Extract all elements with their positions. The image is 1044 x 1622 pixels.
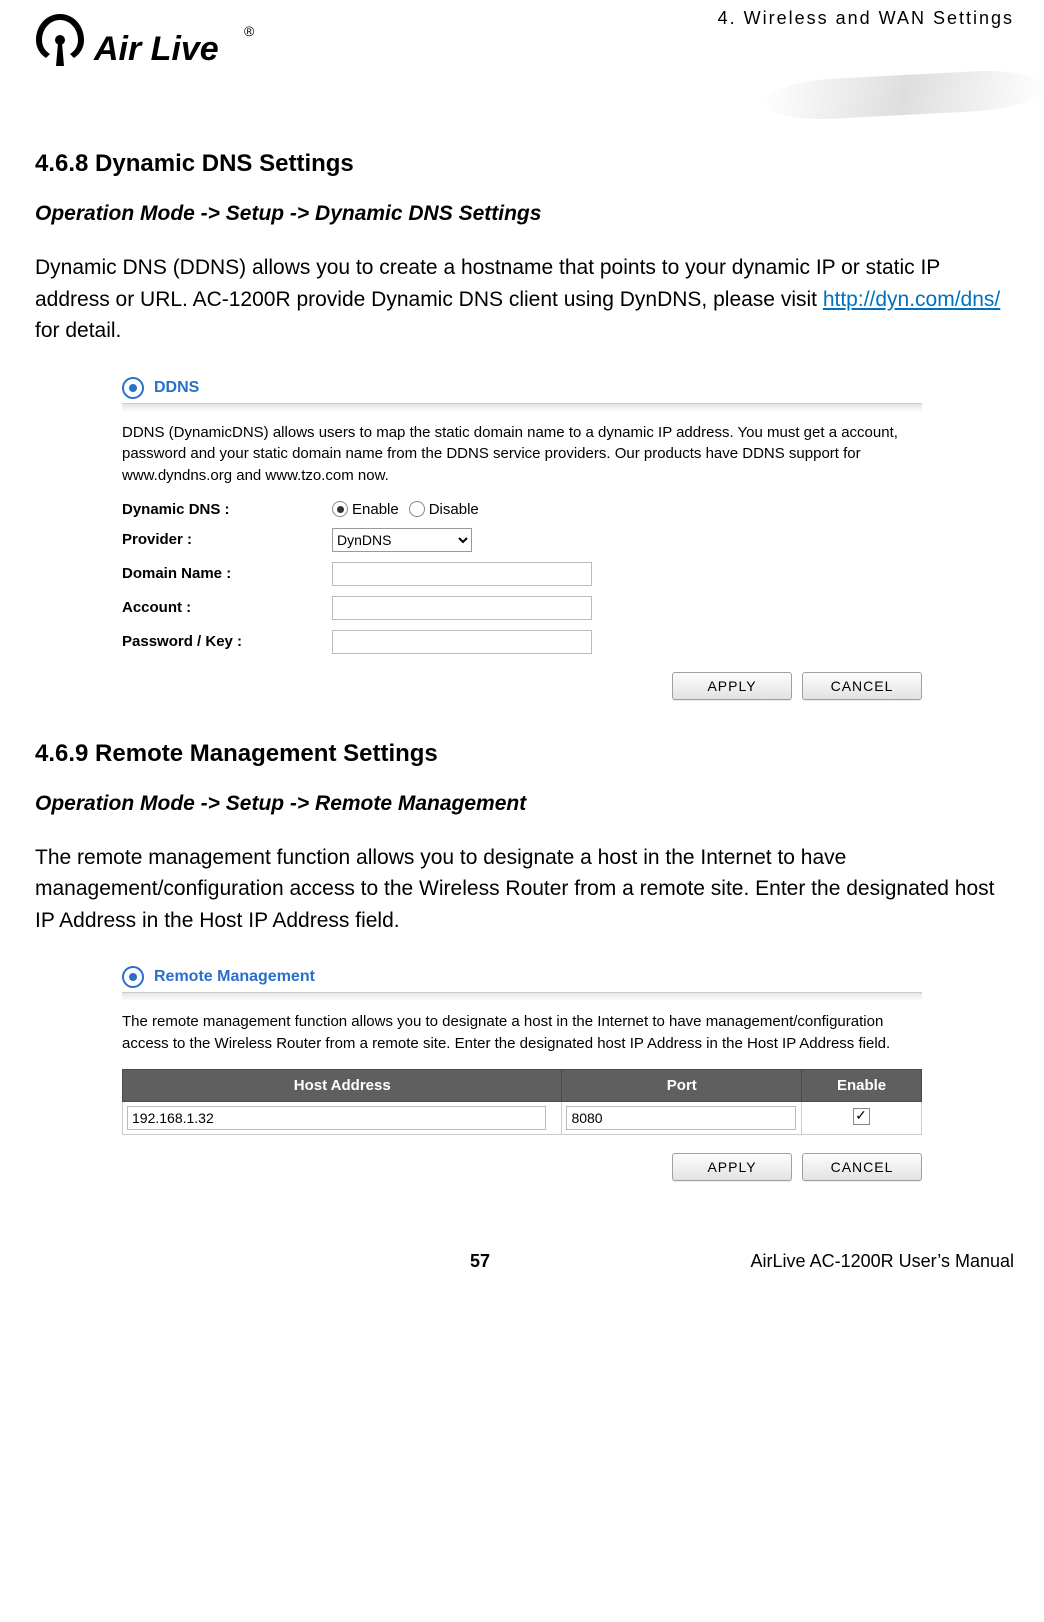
panel-title-remote: Remote Management xyxy=(154,968,315,986)
panel-divider xyxy=(122,403,922,412)
section-desc-remote: The remote management function allows yo… xyxy=(35,842,1009,937)
panel-divider xyxy=(122,992,922,1001)
enable-checkbox[interactable] xyxy=(853,1108,870,1125)
panel-title-ddns: DDNS xyxy=(154,379,199,397)
page-header: Air Live ® 4. Wireless and WAN Settings xyxy=(0,0,1044,110)
row-account: Account : xyxy=(122,596,922,620)
domain-input[interactable] xyxy=(332,562,592,586)
radio-disable[interactable]: Disable xyxy=(409,501,479,518)
bullet-icon xyxy=(122,377,144,399)
label-password: Password / Key : xyxy=(122,633,332,650)
bullet-icon xyxy=(122,966,144,988)
th-enable: Enable xyxy=(802,1069,922,1101)
host-input[interactable] xyxy=(127,1106,546,1130)
account-input[interactable] xyxy=(332,596,592,620)
th-port: Port xyxy=(562,1069,802,1101)
cancel-button[interactable]: CANCEL xyxy=(802,1153,922,1181)
dyndns-link[interactable]: http://dyn.com/dns/ xyxy=(823,288,1000,311)
radio-icon xyxy=(332,501,348,517)
brand-logo: Air Live ® xyxy=(28,10,258,85)
radio-disable-label: Disable xyxy=(429,501,479,518)
ddns-panel: DDNS DDNS (DynamicDNS) allows users to m… xyxy=(122,377,922,700)
chapter-title: 4. Wireless and WAN Settings xyxy=(718,8,1014,29)
apply-button[interactable]: APPLY xyxy=(672,672,792,700)
manual-title: AirLive AC-1200R User’s Manual xyxy=(751,1251,1014,1272)
breadcrumb-remote: Operation Mode -> Setup -> Remote Manage… xyxy=(35,792,1009,816)
radio-icon xyxy=(409,501,425,517)
th-host: Host Address xyxy=(123,1069,562,1101)
svg-text:®: ® xyxy=(244,23,255,39)
breadcrumb-ddns: Operation Mode -> Setup -> Dynamic DNS S… xyxy=(35,202,1009,226)
port-input[interactable] xyxy=(566,1106,795,1130)
desc-text-before: Dynamic DNS (DDNS) allows you to create … xyxy=(35,256,940,311)
label-domain: Domain Name : xyxy=(122,565,332,582)
ddns-help-text: DDNS (DynamicDNS) allows users to map th… xyxy=(122,422,922,487)
svg-text:Air Live: Air Live xyxy=(93,30,219,68)
apply-button[interactable]: APPLY xyxy=(672,1153,792,1181)
radio-enable-label: Enable xyxy=(352,501,399,518)
password-input[interactable] xyxy=(332,630,592,654)
label-account: Account : xyxy=(122,599,332,616)
remote-panel: Remote Management The remote management … xyxy=(122,966,922,1181)
cancel-button[interactable]: CANCEL xyxy=(802,672,922,700)
section-heading-remote: 4.6.9 Remote Management Settings xyxy=(35,740,1009,768)
table-row xyxy=(123,1101,922,1134)
row-dynamic-dns: Dynamic DNS : Enable Disable xyxy=(122,501,922,518)
desc-text-after: for detail. xyxy=(35,319,121,342)
radio-enable[interactable]: Enable xyxy=(332,501,399,518)
page-number: 57 xyxy=(470,1251,490,1272)
label-dynamic-dns: Dynamic DNS : xyxy=(122,501,332,518)
row-provider: Provider : DynDNS xyxy=(122,528,922,552)
page-footer: 57 AirLive AC-1200R User’s Manual xyxy=(0,1221,1044,1292)
section-heading-ddns: 4.6.8 Dynamic DNS Settings xyxy=(35,150,1009,178)
remote-help-text: The remote management function allows yo… xyxy=(122,1011,922,1055)
provider-select[interactable]: DynDNS xyxy=(332,528,472,552)
row-password: Password / Key : xyxy=(122,630,922,654)
row-domain: Domain Name : xyxy=(122,562,922,586)
section-desc-ddns: Dynamic DNS (DDNS) allows you to create … xyxy=(35,252,1009,347)
remote-table: Host Address Port Enable xyxy=(122,1069,922,1135)
label-provider: Provider : xyxy=(122,531,332,548)
